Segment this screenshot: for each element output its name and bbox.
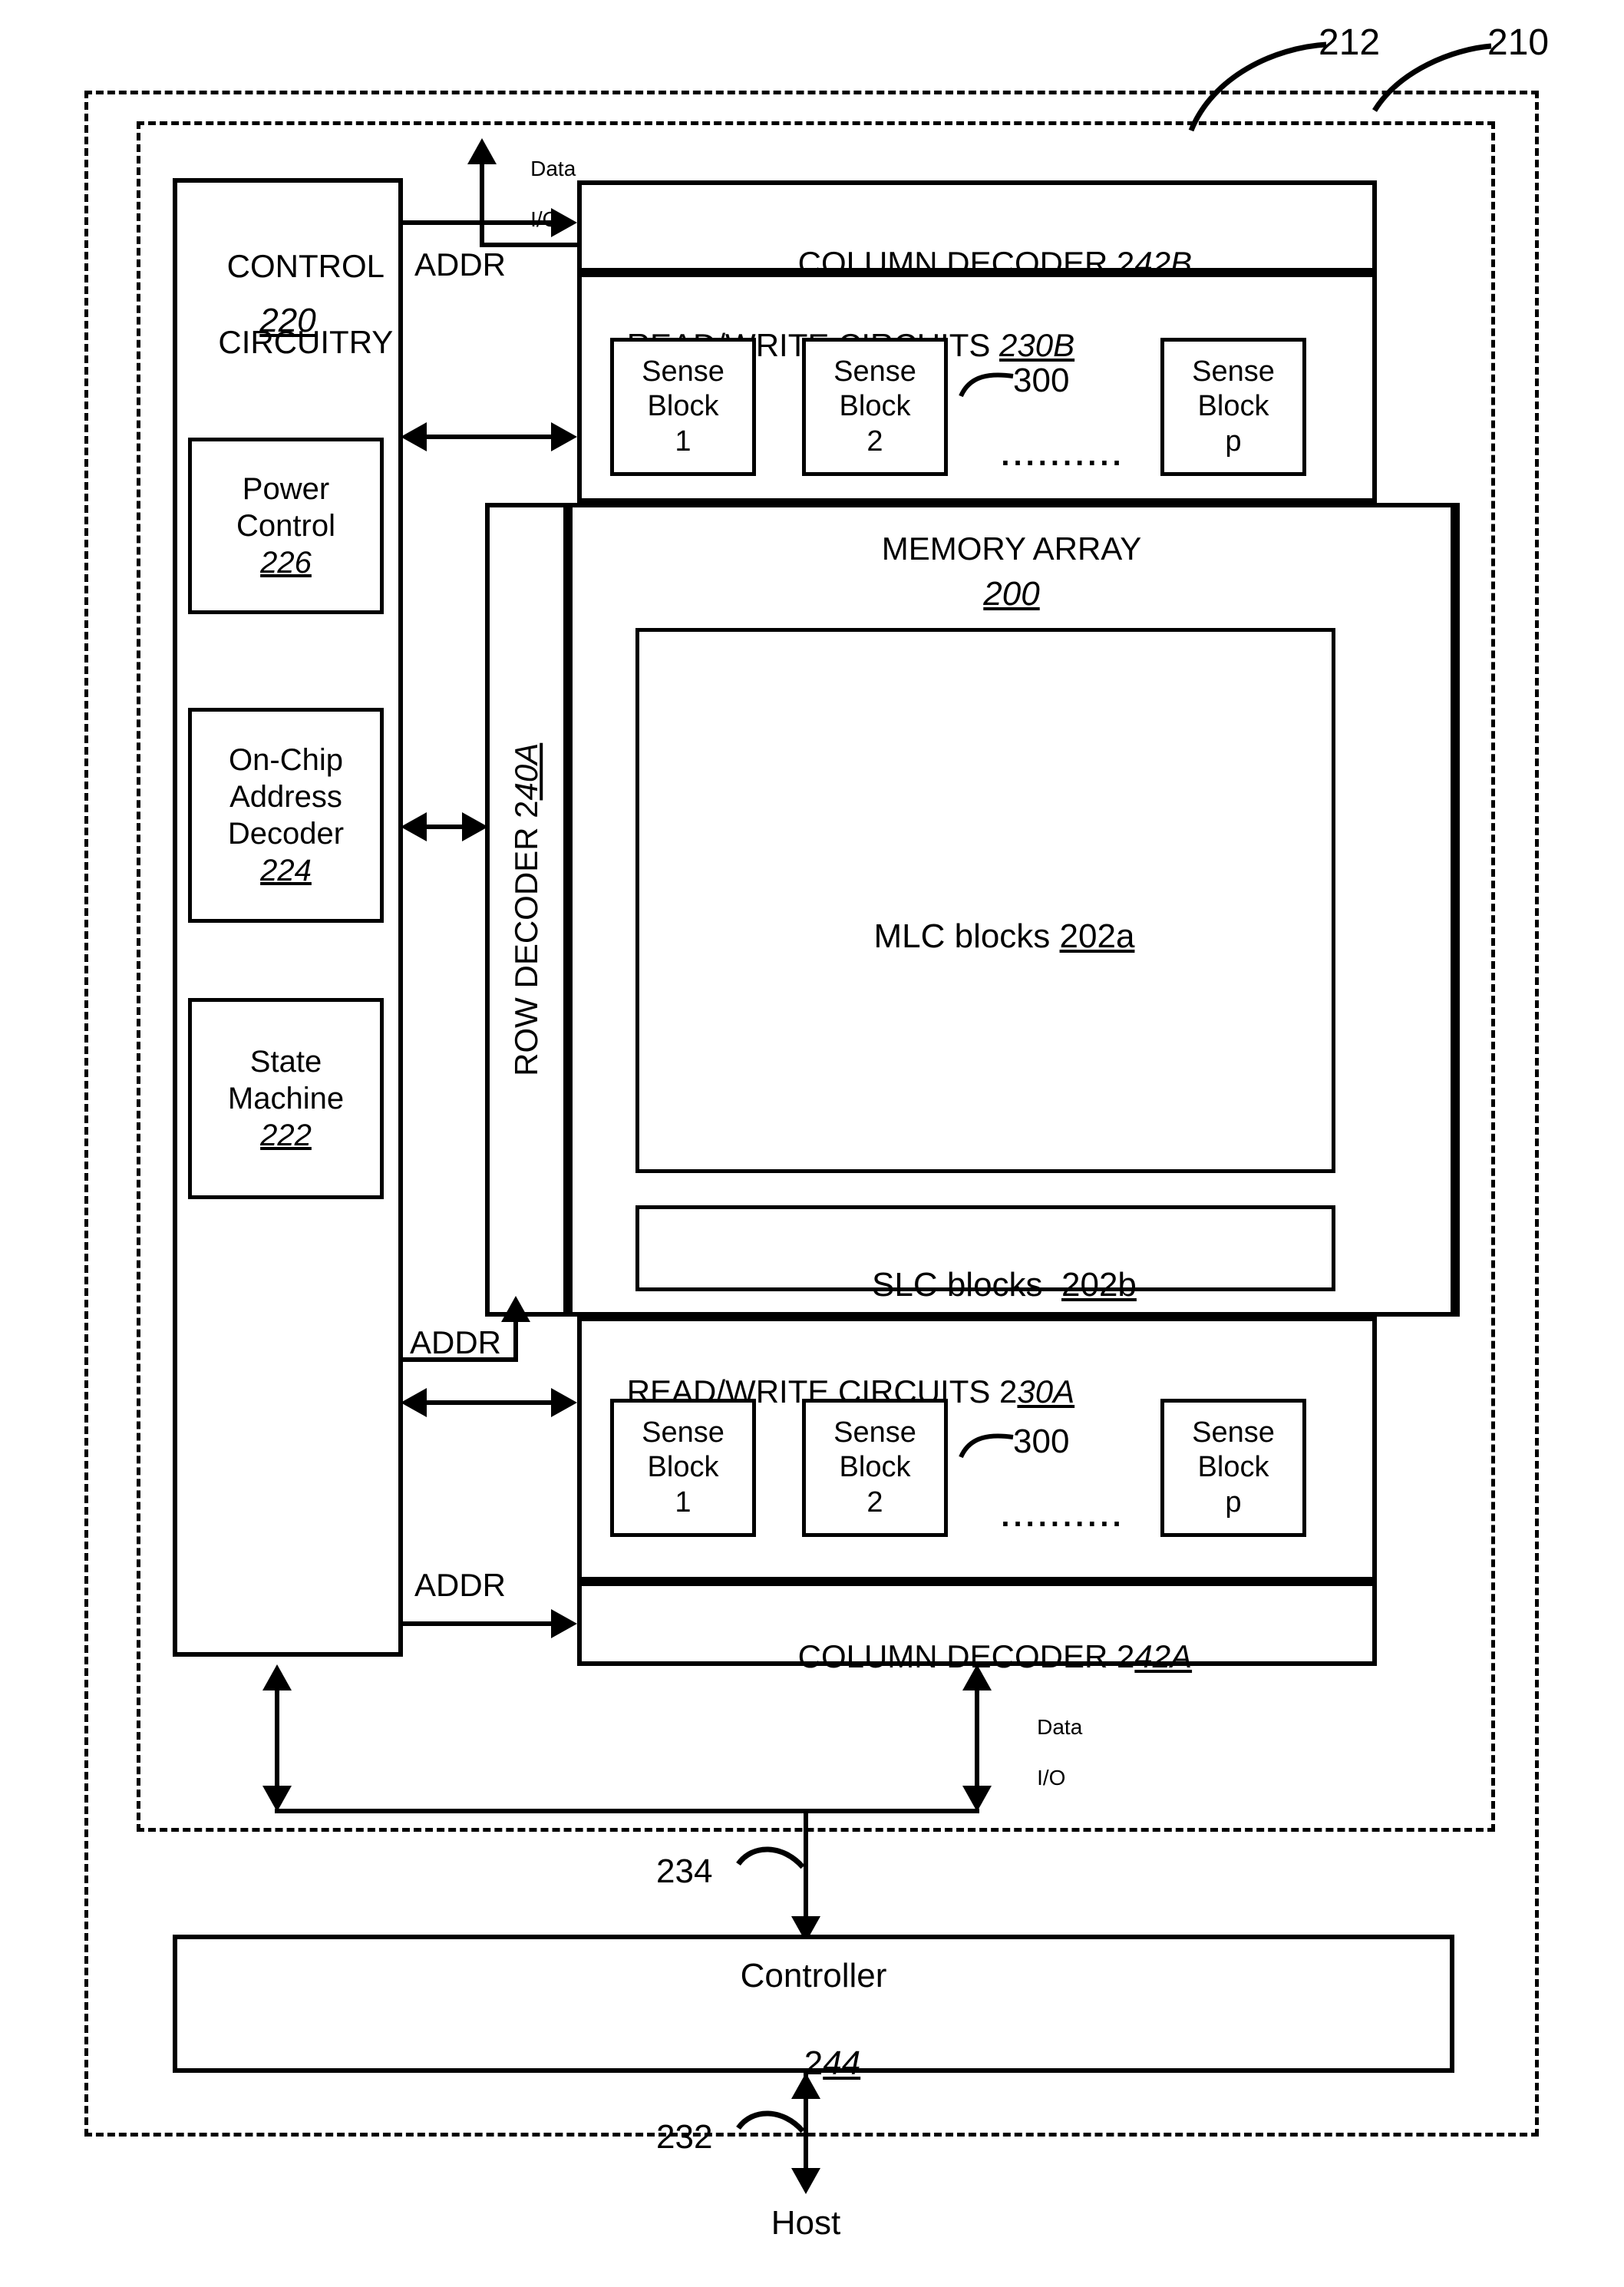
sense-block-bottom-2-line1: Sense [833,1416,916,1449]
address-decoder-line3: Decoder [227,817,345,851]
sense-block-top-2-line1: Sense [833,355,916,388]
sense-block-top-1-line2: Block [647,390,719,423]
memory-array-ref: 200 [983,575,1040,613]
addr-mid-arrowhead [501,1296,530,1322]
mlc-blocks-label: MLC blocks 202a [635,877,1335,996]
sense-block-bottom-ellipsis: .......... [1001,1499,1125,1533]
sense-block-bottom-2-line3: 2 [866,1486,883,1519]
sense-block-bottom-p-line3: p [1225,1486,1242,1519]
address-decoder-line1: On-Chip [229,743,343,777]
sense-block-top-1-line1: Sense [642,355,725,388]
host-bus-arrow-down [791,2168,820,2194]
sense-block-top-2: Sense Block 2 [802,338,948,476]
sense-block-bottom-1-line3: 1 [675,1486,692,1519]
sense-block-top-p-line2: Block [1197,390,1269,423]
state-machine-line1: State [249,1045,322,1079]
sense-block-bottom-p-line2: Block [1197,1451,1269,1484]
sense-block-bottom-ref-300: 300 [1013,1423,1070,1460]
address-decoder-line2: Address [229,780,342,814]
state-machine-box: State Machine 222 [188,998,384,1199]
host-label: Host [771,2204,841,2242]
ref-232: 232 [656,2118,713,2156]
sense-block-bottom-p-line1: Sense [1192,1416,1275,1449]
control-rw-bottom-arrow-left [401,1388,427,1417]
control-rw-top-bus [427,435,554,439]
ref-234: 234 [656,1852,713,1890]
power-control-line1: Power [242,472,330,506]
control-rw-top-arrow-left [401,422,427,451]
controller-title: Controller [740,1957,887,1995]
sense-block-bottom-1-line2: Block [647,1451,719,1484]
chip-bottom-bus [275,1809,979,1813]
row-decoder-240a-label: ROW DECODER 240A [507,526,546,1294]
control-rw-bottom-bus [427,1400,554,1405]
mlc-blocks-ref: 202a [1059,917,1135,955]
row-decoder-240a-ref: 40A [508,742,545,801]
power-control-box: Power Control 226 [188,438,384,614]
sense-block-bottom-1: Sense Block 1 [610,1399,756,1537]
data-io-bottom-vline [975,1687,979,1789]
data-io-bottom-label: Data I/O [1013,1689,1121,1816]
addr-bottom-label: ADDR [414,1567,507,1603]
mlc-blocks-text: MLC blocks [873,917,1060,955]
addr-top-arrowhead [551,208,577,237]
control-row-decoder-arrow-left [401,812,427,841]
sense-block-top-p-line3: p [1225,425,1242,458]
control-circuitry-ref: 220 [259,302,316,339]
sense-block-top-ellipsis: .......... [1001,438,1125,472]
sense-block-top-2-line2: Block [839,390,911,423]
column-decoder-242a-ref: 42A [1134,1638,1193,1674]
control-rw-bottom-arrow-right [551,1388,577,1417]
sense-block-top-2-line3: 2 [866,425,883,458]
controller-ref: 44 [823,2044,861,2082]
row-decoder-240a-text: ROW DECODER 2 [508,800,545,1076]
on-chip-address-decoder-box: On-Chip Address Decoder 224 [188,708,384,923]
ref-210: 210 [1487,22,1550,63]
data-io-bottom-arrow-down [962,1786,992,1812]
sense-block-top-ref-300: 300 [1013,362,1070,399]
sense-block-bottom-2-line2: Block [839,1451,911,1484]
sense-block-top-p: Sense Block p [1160,338,1306,476]
address-decoder-ref: 224 [260,854,312,887]
data-io-top-vline [480,163,484,247]
addr-bottom-arrowhead [551,1609,577,1638]
state-machine-line2: Machine [227,1082,345,1115]
data-io-bottom-line2: I/O [1037,1766,1066,1790]
addr-bottom-line [403,1621,555,1626]
slc-blocks-ref: 202b [1061,1265,1137,1304]
addr-top-label: ADDR [414,246,507,283]
control-bottom-vline [275,1687,279,1789]
sense-block-top-1-line3: 1 [675,425,692,458]
control-bottom-arrow-up [262,1664,292,1690]
data-io-bottom-arrow-up [962,1664,992,1690]
patent-figure: 212 210 CONTROL CIRCUITRY 220 Power Cont… [0,0,1624,2287]
memory-array-title: MEMORY ARRAY [881,530,1142,567]
addr-mid-label: ADDR [410,1324,502,1360]
data-io-top-line1: Data [530,157,576,181]
read-write-230a-ref: 30A [1017,1373,1075,1410]
sense-block-top-p-line1: Sense [1192,355,1275,388]
state-machine-ref: 222 [260,1119,312,1152]
data-io-bottom-line1: Data [1037,1715,1083,1740]
read-write-230b-ref: 230B [999,326,1075,363]
power-control-ref: 226 [260,546,312,580]
data-io-top-arrowhead [467,138,497,164]
control-rw-top-arrow-right [551,422,577,451]
sense-block-bottom-p: Sense Block p [1160,1399,1306,1537]
sense-block-top-1: Sense Block 1 [610,338,756,476]
control-row-decoder-bus [427,825,465,829]
addr-top-line [403,220,555,225]
host-bus-arrow-up [791,2073,820,2099]
control-bottom-arrow-down [262,1786,292,1812]
sense-block-bottom-2: Sense Block 2 [802,1399,948,1537]
control-row-decoder-arrow-right [462,812,488,841]
slc-blocks-text: SLC blocks [872,1265,1061,1304]
power-control-line2: Control [236,509,335,543]
sense-block-bottom-1-line1: Sense [642,1416,725,1449]
control-title-line1: CONTROL [226,247,385,284]
